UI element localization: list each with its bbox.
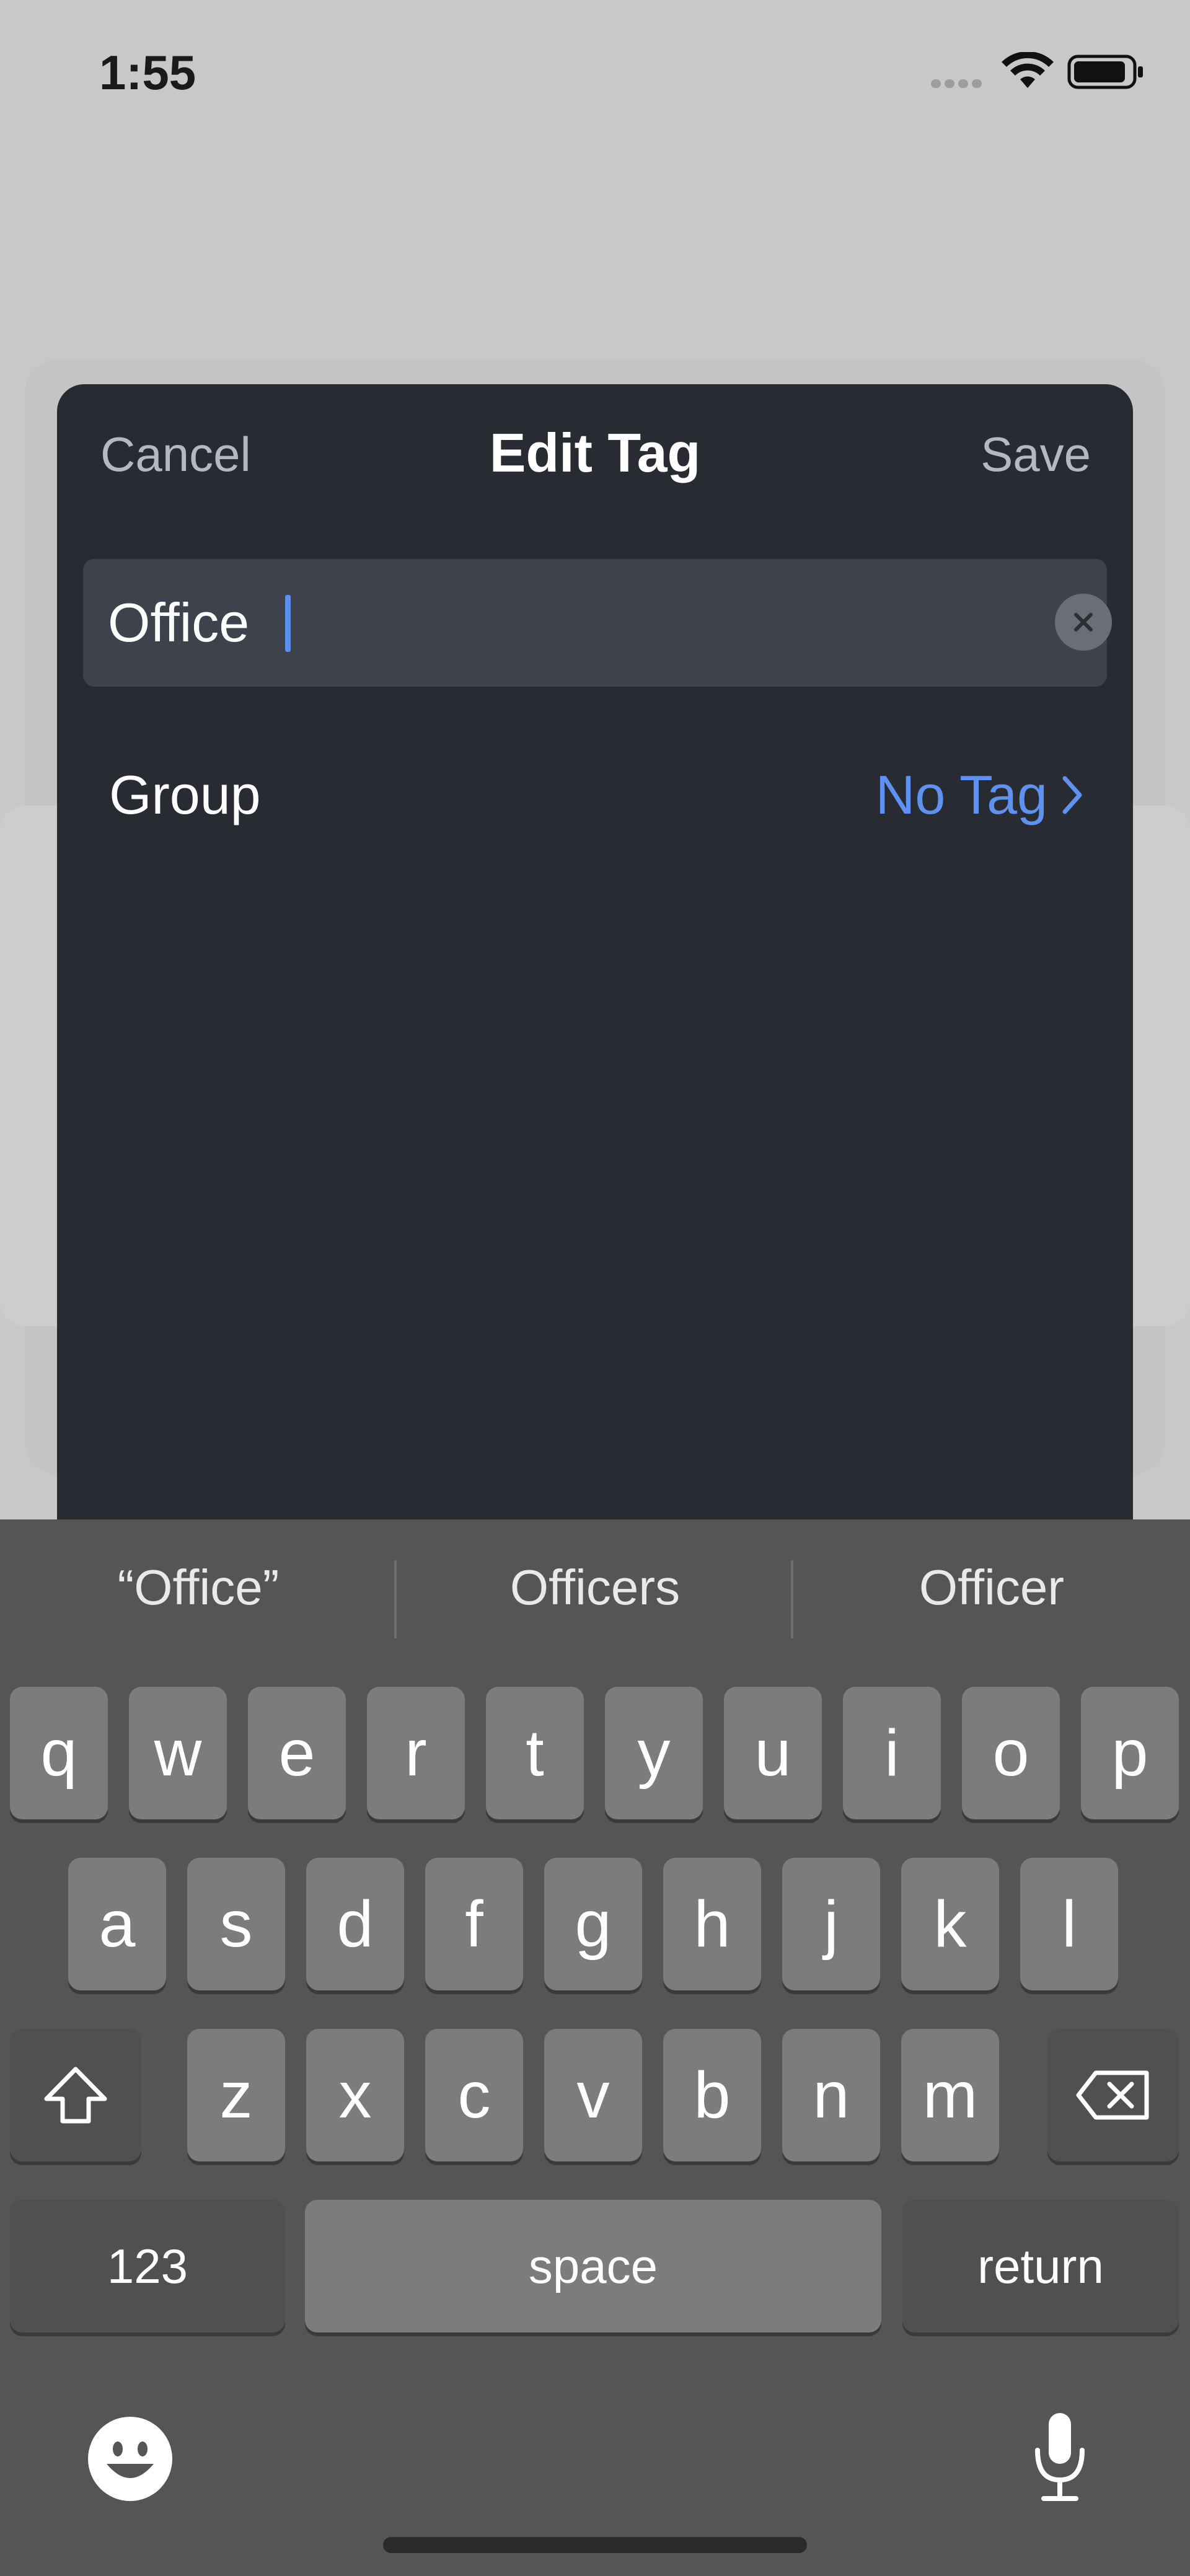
key-z[interactable]: z [187,2029,285,2161]
key-e[interactable]: e [248,1687,346,1819]
sheet-title: Edit Tag [489,422,701,483]
key-y[interactable]: y [605,1687,703,1819]
key-d[interactable]: d [306,1858,404,1990]
key-g[interactable]: g [544,1858,642,1990]
cellular-signal-icon [931,79,988,88]
shift-key[interactable] [10,2029,141,2161]
group-label: Group [109,764,261,825]
tag-name-input[interactable] [108,559,976,687]
group-value[interactable]: No Tag [876,763,1083,827]
key-n[interactable]: n [782,2029,880,2161]
key-q[interactable]: q [10,1687,108,1819]
key-c[interactable]: c [425,2029,523,2161]
wifi-icon [1002,52,1054,88]
key-i[interactable]: i [843,1687,941,1819]
microphone-icon[interactable] [1029,2411,1091,2503]
tag-name-field[interactable] [83,559,1112,687]
key-p[interactable]: p [1081,1687,1179,1819]
delete-key[interactable] [1047,2029,1179,2161]
key-u[interactable]: u [724,1687,822,1819]
key-h[interactable]: h [663,1858,761,1990]
suggestion-1[interactable]: “Office” [0,1519,397,1656]
battery-icon [1067,55,1143,89]
suggestion-3[interactable]: Officer [793,1519,1190,1656]
emoji-icon[interactable] [87,2416,174,2502]
text-cursor [285,595,291,652]
key-w[interactable]: w [129,1687,227,1819]
key-f[interactable]: f [425,1858,523,1990]
suggestion-2[interactable]: Officers [397,1519,793,1656]
key-m[interactable]: m [901,2029,999,2161]
space-key[interactable]: space [305,2200,881,2332]
key-r[interactable]: r [367,1687,465,1819]
keyboard: “Office” Officers Officer q w e r t y u … [0,1519,1190,2576]
numbers-key[interactable]: 123 [10,2200,285,2332]
key-a[interactable]: a [68,1858,166,1990]
return-key[interactable]: return [902,2200,1179,2332]
save-button[interactable]: Save [981,426,1091,483]
key-o[interactable]: o [962,1687,1060,1819]
key-t[interactable]: t [486,1687,584,1819]
key-k[interactable]: k [901,1858,999,1990]
key-x[interactable]: x [306,2029,404,2161]
group-value-text: No Tag [875,764,1047,825]
status-time: 1:55 [99,45,196,100]
shift-icon [44,2067,107,2124]
key-l[interactable]: l [1020,1858,1118,1990]
group-row[interactable]: Group No Tag [57,731,1133,830]
chevron-right-icon [1062,776,1082,814]
key-j[interactable]: j [782,1858,880,1990]
key-s[interactable]: s [187,1858,285,1990]
home-indicator [383,2537,807,2553]
delete-icon [1076,2070,1149,2120]
key-b[interactable]: b [663,2029,761,2161]
clear-icon[interactable] [1055,594,1112,651]
key-v[interactable]: v [544,2029,642,2161]
